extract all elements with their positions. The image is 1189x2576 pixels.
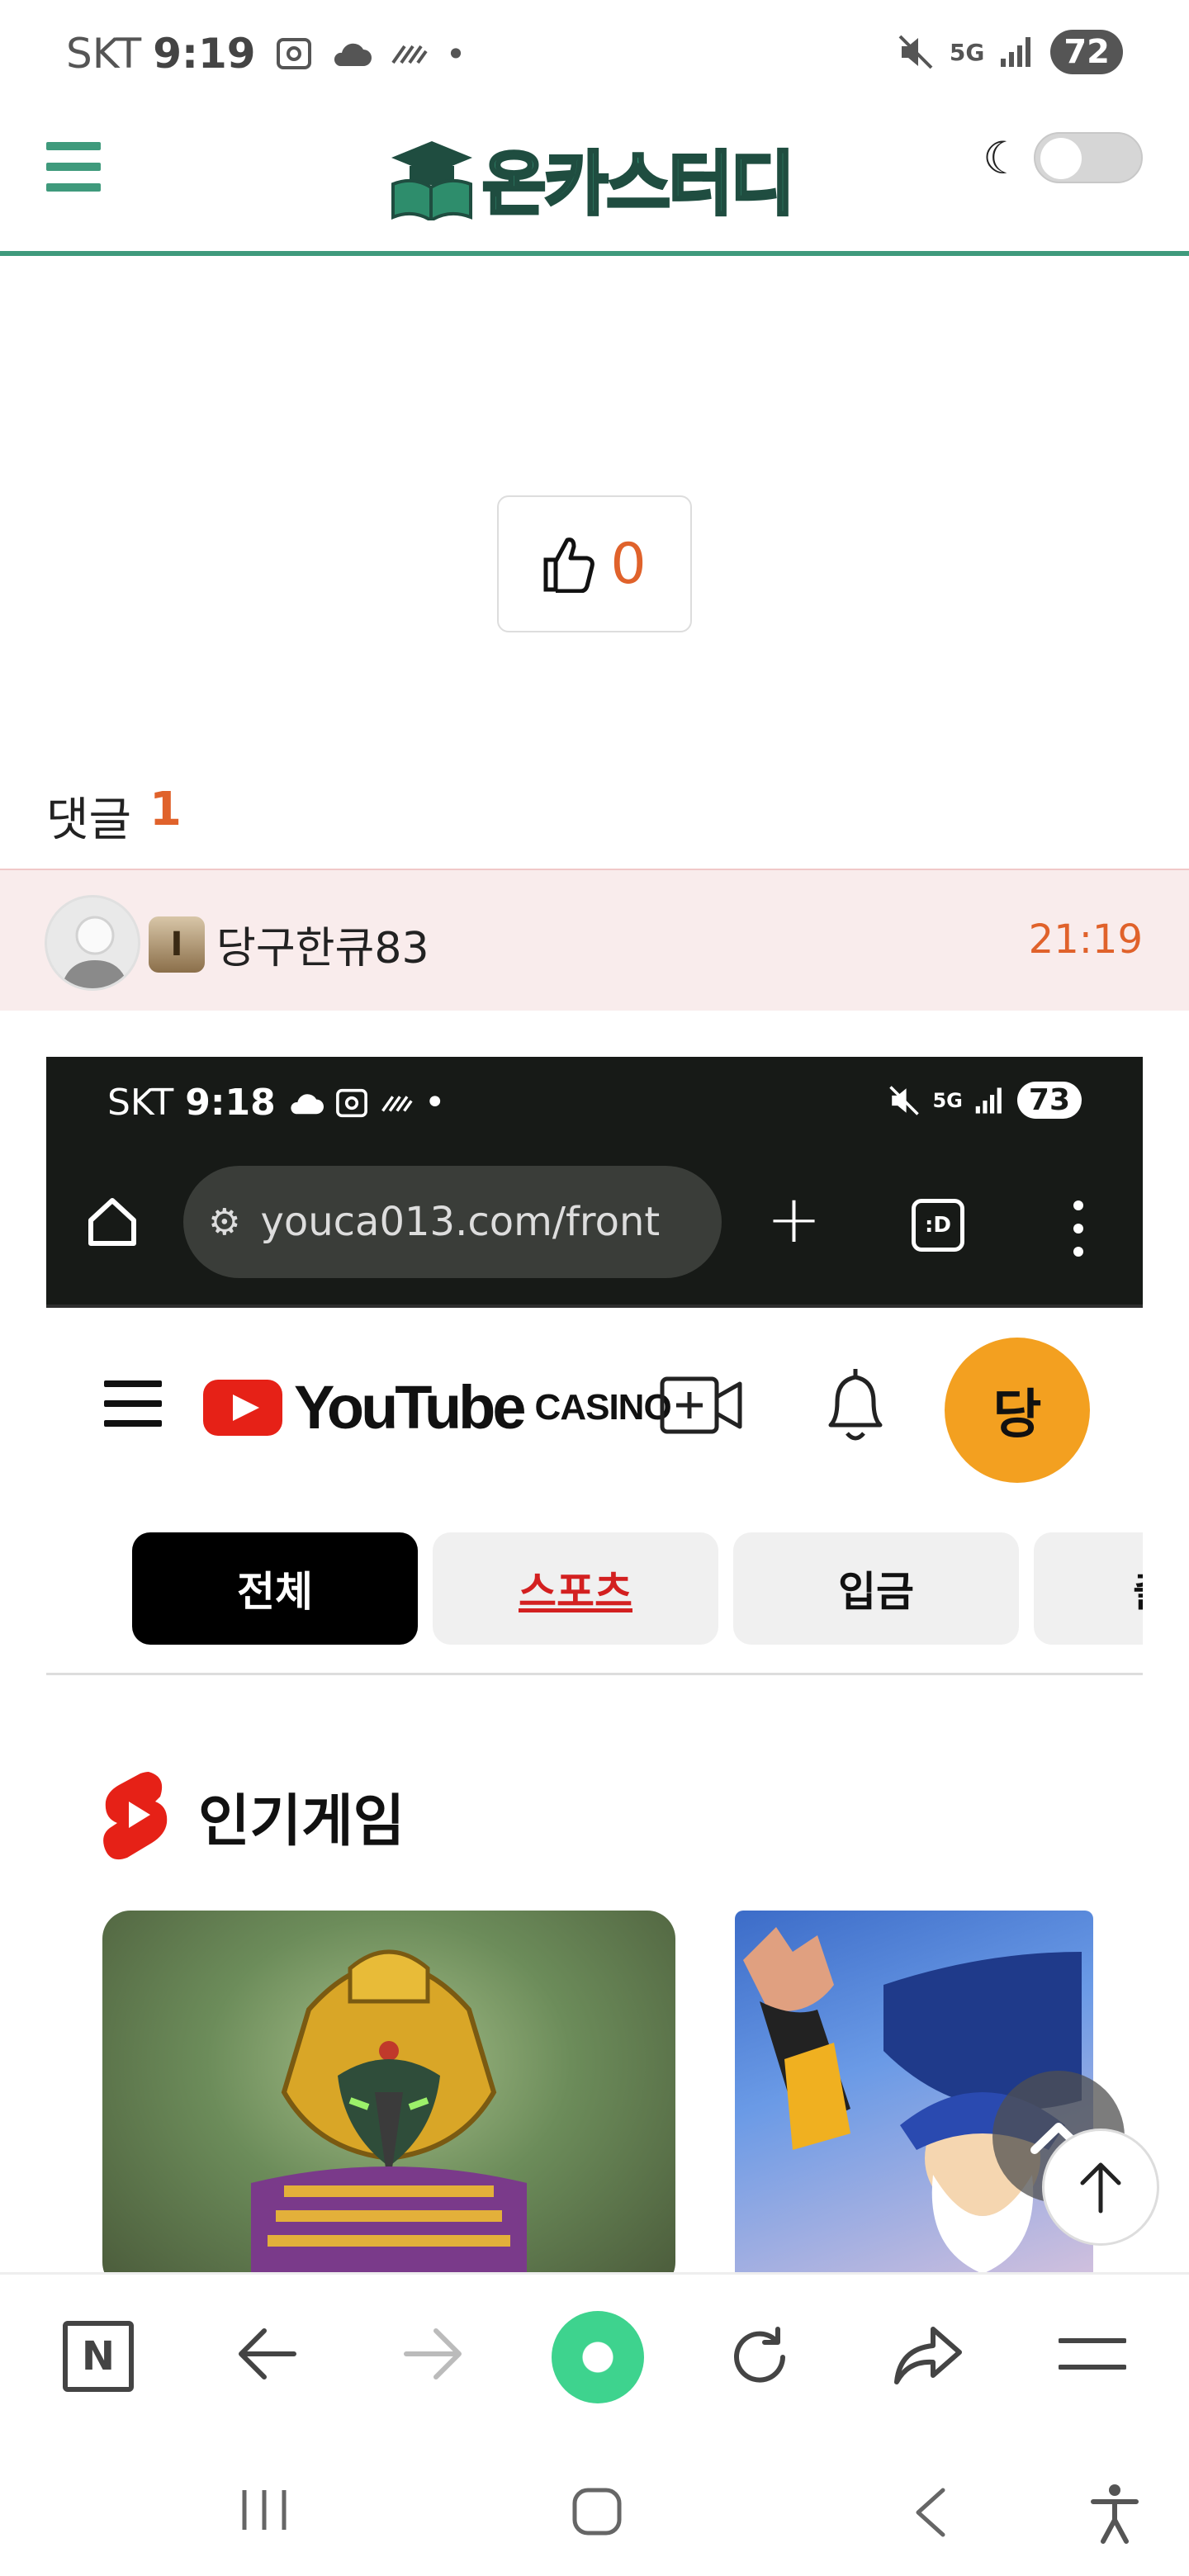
battery-level: 72 (1050, 30, 1123, 74)
status-system-icons: 5G 72 (897, 30, 1123, 74)
chip-withdraw[interactable]: 출 (1034, 1532, 1143, 1645)
category-chips: 전체 스포츠 입금 출 (132, 1532, 1143, 1646)
screenshot-icon (335, 1088, 367, 1117)
dark-mode-toggle[interactable] (1034, 132, 1143, 183)
url-text: youca013.com/front (260, 1199, 661, 1245)
site-logo[interactable]: 온카스터디 (386, 129, 796, 229)
mute-icon (889, 1085, 920, 1115)
status-bar: SKT 9:19 • 5G 72 (0, 0, 1189, 107)
menu-lines-icon[interactable] (1059, 2336, 1126, 2372)
comments-heading: 댓글 1 (46, 783, 182, 850)
avatar[interactable] (45, 895, 140, 991)
site-name: 온카스터디 (481, 142, 796, 226)
graduation-book-icon (391, 140, 472, 220)
moon-icon: ☾ (983, 132, 1023, 184)
back-icon[interactable] (912, 2487, 948, 2538)
embedded-status-right: 5G 73 (888, 1082, 1082, 1119)
popular-games-heading: 인기게임 (102, 1769, 405, 1863)
bell-icon[interactable] (821, 1364, 890, 1445)
tab-switcher-label: :D (925, 1213, 951, 1238)
back-arrow-icon[interactable] (236, 2324, 299, 2384)
comment-attached-screenshot[interactable]: SKT 9:18 • 5G 73 ⚙ youca013.com/front + … (46, 1057, 1143, 2272)
url-bar[interactable]: ⚙ youca013.com/front (183, 1166, 722, 1278)
shorts-icon (103, 1772, 168, 1860)
screenshot-icon (276, 38, 311, 69)
create-video-icon[interactable] (659, 1374, 743, 1437)
hamburger-icon[interactable] (104, 1380, 162, 1427)
thumbs-up-icon (543, 537, 595, 593)
hatch-icon (391, 45, 428, 64)
brand-suffix: CASINO (534, 1386, 672, 1428)
toggle-knob (1040, 138, 1082, 179)
default-avatar-icon (61, 916, 129, 988)
hatch-icon (381, 1095, 413, 1112)
recents-icon[interactable] (239, 2487, 289, 2533)
embedded-status-left: SKT 9:18 • (107, 1082, 446, 1124)
chip-sports[interactable]: 스포츠 (433, 1532, 718, 1645)
brand-word: YouTube (294, 1373, 527, 1442)
browser-toolbar: N (0, 2272, 1189, 2437)
home-icon[interactable] (571, 2487, 623, 2536)
user-avatar[interactable]: 당 (945, 1338, 1090, 1483)
system-navigation (0, 2437, 1189, 2576)
embedded-network: 5G (932, 1088, 963, 1112)
divider (46, 1673, 1143, 1675)
green-circle-icon[interactable] (552, 2311, 644, 2403)
site-header: 온카스터디 ☾ (0, 107, 1189, 256)
status-notification-icons: • (276, 33, 467, 74)
cloud-icon (291, 1093, 324, 1114)
embedded-clock: 9:18 (185, 1082, 276, 1124)
accessibility-icon[interactable] (1090, 2484, 1139, 2545)
new-tab-icon[interactable]: + (766, 1181, 822, 1257)
mute-icon (898, 35, 933, 69)
arrow-up-icon (1080, 2162, 1121, 2214)
comment-header: I 당구한큐83 21:19 (0, 869, 1189, 1011)
home-icon[interactable] (86, 1196, 139, 1248)
scroll-to-top-button[interactable] (1042, 2129, 1159, 2246)
forward-arrow-icon[interactable] (401, 2324, 464, 2384)
signal-icon (975, 1087, 1002, 1114)
comment-username[interactable]: 당구한큐83 (216, 913, 429, 975)
like-count: 0 (610, 531, 647, 597)
chip-deposit[interactable]: 입금 (733, 1532, 1019, 1645)
like-button[interactable]: 0 (497, 495, 692, 632)
tab-switcher-icon[interactable]: :D (912, 1199, 964, 1252)
comments-count: 1 (149, 783, 182, 836)
section-title: 인기게임 (198, 1788, 405, 1854)
clock: 9:19 (153, 30, 256, 78)
embedded-battery: 73 (1016, 1082, 1082, 1119)
embedded-browser-chrome: SKT 9:18 • 5G 73 ⚙ youca013.com/front + … (46, 1057, 1143, 1305)
cloud-icon (334, 43, 372, 66)
network-label: 5G (949, 38, 985, 66)
play-logo-icon (203, 1379, 282, 1436)
refresh-icon[interactable] (727, 2324, 793, 2390)
site-settings-icon[interactable]: ⚙ (208, 1201, 240, 1243)
signal-icon (1001, 37, 1031, 67)
carrier: SKT (66, 30, 142, 78)
level-badge: I (149, 916, 205, 973)
comment-time: 21:19 (1028, 916, 1143, 963)
naver-icon[interactable]: N (63, 2321, 134, 2392)
dot-icon: • (424, 1082, 446, 1124)
more-options-icon[interactable] (1070, 1194, 1087, 1263)
pharaoh-character-image (251, 1949, 527, 2272)
embedded-carrier: SKT (107, 1082, 174, 1124)
youtube-casino-logo[interactable]: YouTube CASINO (203, 1372, 672, 1442)
game-card-thumbnail[interactable] (102, 1911, 675, 2272)
chip-all[interactable]: 전체 (132, 1532, 418, 1645)
share-icon[interactable] (892, 2324, 964, 2387)
dot-icon: • (445, 33, 467, 74)
hamburger-icon[interactable] (46, 142, 101, 192)
comments-label: 댓글 (46, 793, 132, 847)
embedded-site-header: YouTube CASINO 당 (46, 1305, 1143, 1511)
